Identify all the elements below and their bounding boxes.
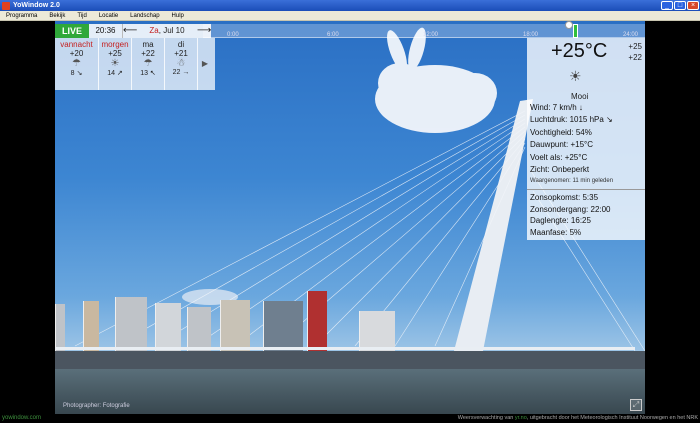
forecast-day[interactable]: di +21 ☃ 22 → — [165, 38, 198, 90]
forecast-temp: +20 — [69, 49, 84, 58]
timeline-sun-icon — [565, 21, 573, 29]
credit-suffix: , uitgebracht door het Meteorologisch In… — [526, 415, 698, 421]
observed-time: Waargenomen: 11 min geleden — [530, 178, 614, 184]
forecast-wind: 13 ↖ — [140, 70, 156, 77]
menu-landschap[interactable]: Landschap — [124, 13, 165, 19]
sunrise-line: Zonsopkomst: 5:35 — [530, 193, 599, 202]
status-bar: yowindow.com Weersverwachting van yr.no,… — [0, 414, 700, 423]
current-temperature: +25°C — [551, 40, 608, 62]
timeline-tick: 0:00 — [227, 32, 239, 38]
river-water — [55, 369, 645, 414]
humidity-line: Vochtigheid: 54% — [530, 127, 592, 137]
temp-low: +22 — [628, 53, 642, 62]
forecast-temp: +25 — [108, 49, 122, 58]
app-icon — [2, 1, 10, 10]
sunset-line: Zonsondergang: 22:00 — [530, 204, 611, 214]
menu-locatie[interactable]: Locatie — [93, 13, 124, 19]
current-weather-panel: +25°C +25 +22 ☀ Mooi Wind: 7 km/h ↓ Luch… — [527, 38, 645, 240]
window-title: YoWindow 2.0 — [13, 2, 60, 9]
current-time: 20:36 — [89, 24, 123, 38]
sun-cloud-icon: ☀ — [569, 68, 582, 84]
timeline-now-marker[interactable] — [573, 24, 578, 38]
bunny-cloud — [375, 27, 497, 133]
menu-tijd[interactable]: Tijd — [71, 13, 92, 19]
maximize-icon[interactable]: □ — [674, 1, 686, 10]
partly-cloudy-icon: ☃ — [176, 58, 186, 69]
moonphase-line: Maanfase: 5% — [530, 227, 582, 237]
temp-high: +25 — [628, 42, 642, 51]
yowindow-app: YoWindow 2.0 _ □ × Programma Bekijk Tijd… — [0, 0, 700, 423]
daylength-line: Daglengte: 16:25 — [530, 216, 591, 225]
forecast-next-icon[interactable]: ▶ — [198, 38, 212, 90]
visibility-line: Zicht: Onbeperkt — [530, 165, 590, 175]
forecast-panel: vannacht +20 ☂ 8 ↘ morgen +25 ☀ 14 ↗ ma … — [55, 38, 215, 90]
pressure-line: Luchtdruk: 1015 hPa ↘ — [530, 115, 613, 125]
menu-bekijk[interactable]: Bekijk — [43, 13, 71, 19]
menu-hulp[interactable]: Hulp — [166, 13, 190, 19]
forecast-day[interactable]: vannacht +20 ☂ 8 ↘ — [55, 38, 99, 90]
forecast-day-name: vannacht — [60, 40, 93, 49]
sun-icon: ☀ — [110, 58, 120, 69]
timeline[interactable]: 0:00 6:00 12:00 18:00 24:00 — [203, 21, 645, 38]
forecast-wind: 22 → — [172, 69, 190, 76]
forecast-day-name: morgen — [101, 40, 129, 49]
forecast-wind: 8 ↘ — [70, 70, 83, 77]
bridge-deck — [55, 347, 635, 350]
credit-prefix: Weersverwachting van — [457, 415, 515, 421]
close-icon[interactable]: × — [687, 1, 699, 10]
forecast-day[interactable]: ma +22 ☂ 13 ↖ — [132, 38, 165, 90]
temp-high-low: +25 +22 — [628, 41, 642, 63]
panel-divider — [527, 189, 645, 190]
rain-cloud-icon: ☂ — [72, 58, 81, 69]
condition-text: Mooi — [571, 92, 589, 101]
forecast-day-name: di — [177, 40, 185, 49]
dewpoint-line: Dauwpunt: +15°C — [530, 140, 594, 150]
timeline-tick: 6:00 — [327, 32, 339, 38]
building — [307, 291, 327, 355]
forecast-wind: 14 ↗ — [107, 70, 123, 77]
forecast-temp: +22 — [141, 49, 155, 58]
live-button[interactable]: LIVE — [55, 24, 89, 38]
fullscreen-icon[interactable]: ⤢ — [630, 399, 642, 411]
sun-moon-details: Zonsopkomst: 5:35 Zonsondergang: 22:00 D… — [530, 192, 611, 238]
forecast-temp: +21 — [174, 49, 188, 58]
wind-line: Wind: 7 km/h ↓ — [530, 103, 583, 112]
minimize-icon[interactable]: _ — [661, 1, 673, 10]
forecast-day[interactable]: morgen +25 ☀ 14 ↗ — [99, 38, 132, 90]
weather-details: Wind: 7 km/h ↓ Luchtdruk: 1015 hPa ↘ Voc… — [530, 102, 613, 176]
prev-day-button[interactable]: ⟵ — [123, 24, 137, 38]
quay — [55, 351, 645, 371]
feels-like-line: Voelt als: +25°C — [530, 152, 588, 162]
menu-bar: Programma Bekijk Tijd Locatie Landschap … — [0, 11, 700, 21]
timeline-tick: 12:00 — [423, 32, 439, 38]
yr-link[interactable]: yr.no — [515, 415, 527, 421]
photo-credit: Photographer: Fotografie — [63, 403, 130, 409]
menu-programma[interactable]: Programma — [0, 13, 43, 19]
date-day: Za — [149, 26, 159, 35]
date-rest: , Jul 10 — [158, 26, 185, 35]
window-controls: _ □ × — [661, 1, 699, 10]
site-link[interactable]: yowindow.com — [2, 415, 41, 421]
next-day-button[interactable]: ⟶ — [197, 24, 211, 38]
forecast-day-name: ma — [142, 40, 154, 49]
rain-cloud-icon: ☂ — [143, 58, 153, 69]
time-toolbar: LIVE 20:36 ⟵ Za, Jul 10 ⟶ — [55, 24, 211, 38]
forecast-credit: Weersverwachting van yr.no, uitgebracht … — [458, 415, 698, 421]
current-date: Za, Jul 10 — [137, 24, 197, 38]
title-bar: YoWindow 2.0 _ □ × — [0, 0, 700, 11]
